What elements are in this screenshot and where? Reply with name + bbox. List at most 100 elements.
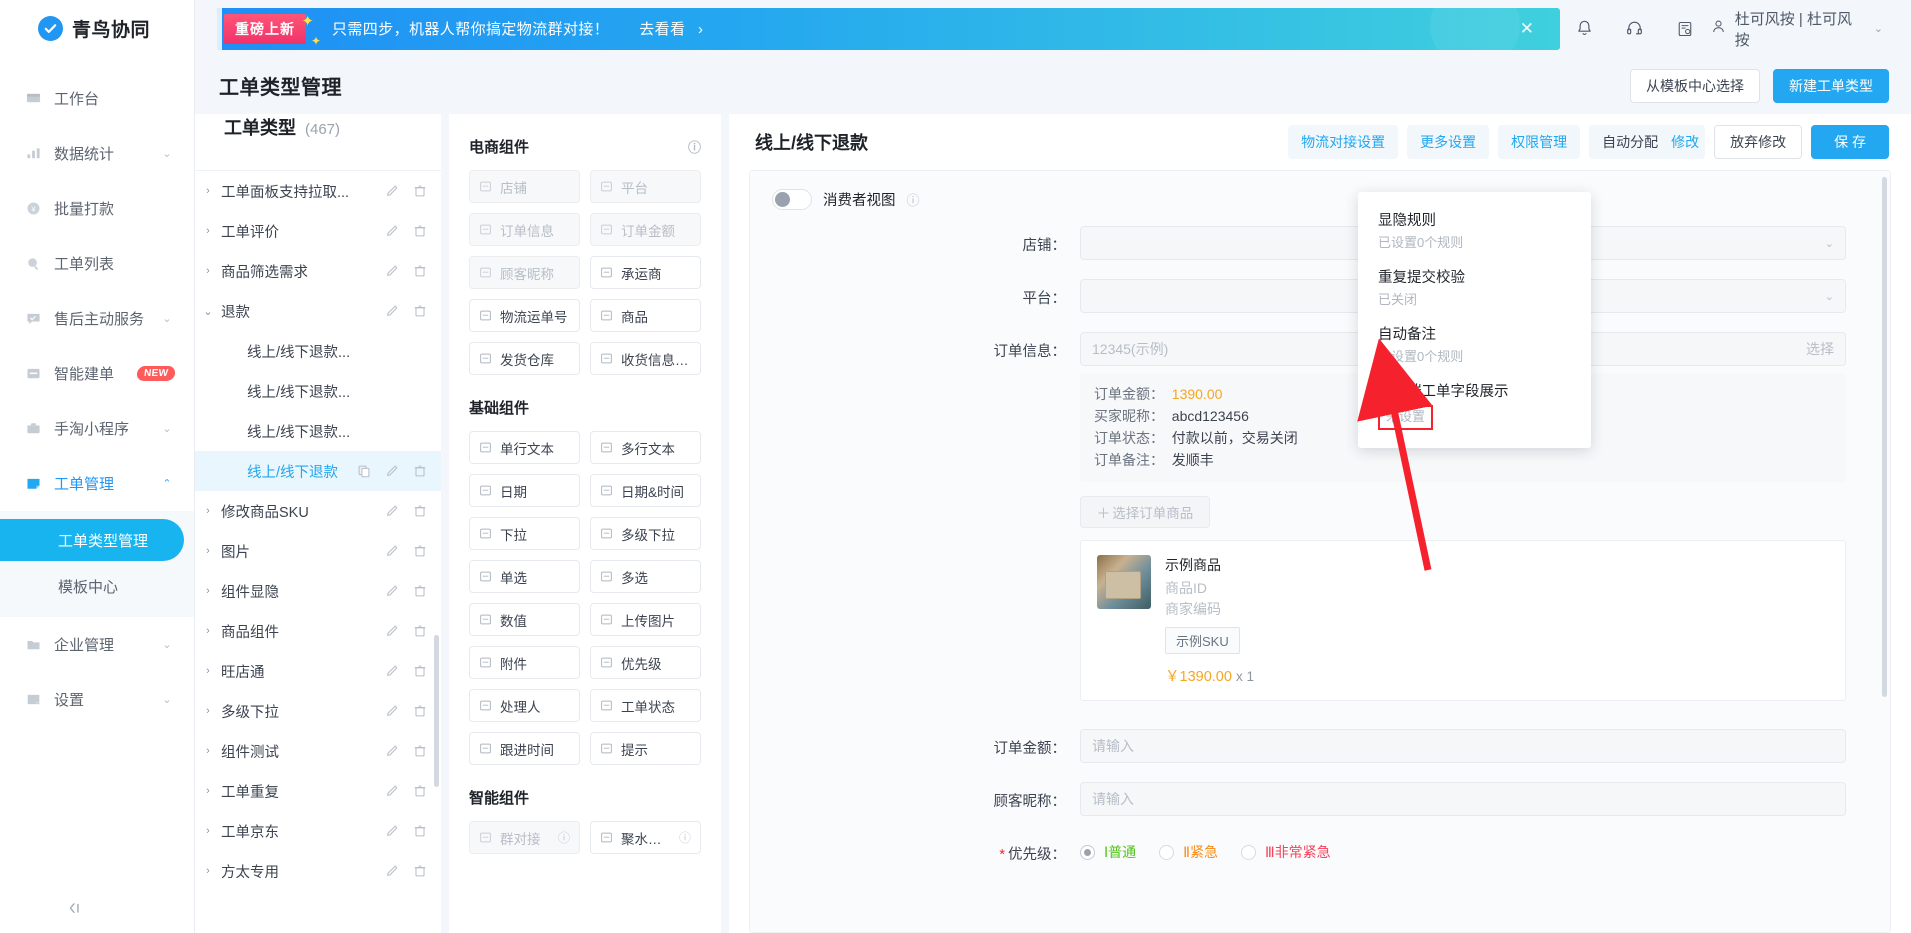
consumer-view-toggle[interactable]: [772, 189, 812, 210]
more-settings-button[interactable]: 更多设置: [1407, 125, 1490, 159]
info-icon[interactable]: ⓘ: [679, 829, 691, 846]
info-icon[interactable]: ⓘ: [907, 190, 920, 209]
tree-list[interactable]: › 工单面板支持拉取... › 工单评价 › 商品筛选需求 ⌄ 退款 线上/线下退款... 线上/…: [195, 170, 441, 933]
choose-from-template-center-button[interactable]: 从模板中心选择: [1630, 68, 1760, 103]
palette-item-priority[interactable]: 优先级: [590, 646, 701, 679]
sidebar-item-smart-ticket[interactable]: 智能建单 NEW: [0, 346, 194, 401]
edit-icon[interactable]: [385, 824, 399, 838]
palette-item-cascader[interactable]: 多级下拉: [590, 517, 701, 550]
tree-row[interactable]: › 组件测试: [195, 731, 441, 771]
palette-item-checkbox[interactable]: 多选: [590, 560, 701, 593]
promo-cta-link[interactable]: 去看看 ›: [639, 18, 703, 39]
logistics-settings-button[interactable]: 物流对接设置: [1288, 125, 1399, 159]
edit-icon[interactable]: [385, 224, 399, 238]
delete-icon[interactable]: [413, 224, 427, 238]
palette-item-receipt[interactable]: 收货信息套件: [590, 342, 701, 375]
document-icon[interactable]: [1660, 0, 1710, 57]
palette-item-multi-line[interactable]: 多行文本: [590, 431, 701, 464]
edit-icon[interactable]: [385, 184, 399, 198]
select-order-goods-button[interactable]: ＋ 选择订单商品: [1080, 496, 1210, 528]
palette-item-single-line[interactable]: 单行文本: [469, 431, 580, 464]
tree-row[interactable]: 线上/线下退款: [195, 451, 441, 491]
sidebar-item-ticket-type-management[interactable]: 工单类型管理: [0, 519, 184, 561]
edit-icon[interactable]: [385, 784, 399, 798]
info-icon[interactable]: ⓘ: [688, 137, 701, 156]
sidebar-item-ticket-management[interactable]: 工单管理 ⌃: [0, 456, 194, 511]
tree-row[interactable]: › 工单评价: [195, 211, 441, 251]
new-ticket-type-button[interactable]: 新建工单类型: [1773, 68, 1889, 103]
priority-radio-urgent[interactable]: [1159, 844, 1175, 860]
delete-icon[interactable]: [413, 704, 427, 718]
edit-icon[interactable]: [385, 304, 399, 318]
tree-row[interactable]: › 商品组件: [195, 611, 441, 651]
palette-item-dropdown[interactable]: 下拉: [469, 517, 580, 550]
tree-row[interactable]: › 商品筛选需求: [195, 251, 441, 291]
edit-icon[interactable]: [385, 744, 399, 758]
dropdown-item[interactable]: 自动备注 已设置0个规则: [1358, 318, 1591, 375]
priority-radio-very-urgent[interactable]: [1241, 844, 1257, 860]
tree-row[interactable]: ⌄ 退款: [195, 291, 441, 331]
order-info-select-link[interactable]: 选择: [1806, 339, 1834, 359]
tree-row[interactable]: › 工单面板支持拉取...: [195, 171, 441, 211]
delete-icon[interactable]: [413, 504, 427, 518]
delete-icon[interactable]: [413, 544, 427, 558]
palette-item-radio[interactable]: 单选: [469, 560, 580, 593]
sidebar-item-enterprise-management[interactable]: 企业管理 ⌄: [0, 617, 194, 672]
auto-assign-modify-link[interactable]: 修改: [1671, 132, 1699, 152]
palette-item-assignee[interactable]: 处理人: [469, 689, 580, 722]
delete-icon[interactable]: [413, 664, 427, 678]
edit-icon[interactable]: [385, 624, 399, 638]
close-icon[interactable]: ✕: [1520, 19, 1534, 39]
edit-icon[interactable]: [385, 584, 399, 598]
palette-item-attachment[interactable]: 附件: [469, 646, 580, 679]
promo-banner[interactable]: 重磅上新 ✦ ✦ 只需四步，机器人帮你搞定物流群对接！ 去看看 › ✕: [217, 7, 1560, 50]
delete-icon[interactable]: [413, 304, 427, 318]
tree-row[interactable]: › 方太专用: [195, 851, 441, 891]
palette-item-calendar[interactable]: 日期: [469, 474, 580, 507]
palette-item-tip[interactable]: 提示: [590, 732, 701, 765]
palette-item-bag[interactable]: 商品: [590, 299, 701, 332]
tree-row[interactable]: 线上/线下退款...: [195, 411, 441, 451]
tree-row[interactable]: › 多级下拉: [195, 691, 441, 731]
delete-icon[interactable]: [413, 744, 427, 758]
delete-icon[interactable]: [413, 784, 427, 798]
palette-item-truck[interactable]: 承运商: [590, 256, 701, 289]
sidebar-item-batch-payment[interactable]: ¥ 批量打款: [0, 181, 194, 236]
edit-icon[interactable]: [385, 664, 399, 678]
customer-nick-input[interactable]: 请输入: [1080, 782, 1846, 816]
delete-icon[interactable]: [413, 864, 427, 878]
permission-management-button[interactable]: 权限管理: [1498, 125, 1581, 159]
palette-item-warehouse[interactable]: 发货仓库: [469, 342, 580, 375]
sidebar-item-template-center[interactable]: 模板中心: [0, 565, 184, 607]
tree-row[interactable]: › 组件显隐: [195, 571, 441, 611]
tree-row[interactable]: › 修改商品SKU: [195, 491, 441, 531]
tree-row[interactable]: › 旺店通: [195, 651, 441, 691]
palette-item-status[interactable]: 工单状态: [590, 689, 701, 722]
edit-icon[interactable]: [385, 864, 399, 878]
edit-icon[interactable]: [385, 504, 399, 518]
tree-row[interactable]: 线上/线下退款...: [195, 331, 441, 371]
edit-icon[interactable]: [385, 704, 399, 718]
sidebar-item-taobao-miniapp[interactable]: 手淘小程序 ⌄: [0, 401, 194, 456]
delete-icon[interactable]: [413, 824, 427, 838]
copy-icon[interactable]: [357, 464, 371, 478]
palette-item-number[interactable]: 数值: [469, 603, 580, 636]
delete-icon[interactable]: [413, 464, 427, 478]
edit-icon[interactable]: [385, 464, 399, 478]
tree-scrollbar[interactable]: [434, 635, 439, 787]
delete-icon[interactable]: [413, 624, 427, 638]
info-icon[interactable]: ⓘ: [558, 829, 570, 846]
save-button[interactable]: 保 存: [1811, 125, 1889, 159]
tree-row[interactable]: › 工单京东: [195, 811, 441, 851]
sidebar-item-statistics[interactable]: 数据统计 ⌄: [0, 126, 194, 181]
palette-item-followup[interactable]: 跟进时间: [469, 732, 580, 765]
discard-changes-button[interactable]: 放弃修改: [1714, 125, 1803, 159]
sidebar-item-settings[interactable]: 设置 ⌄: [0, 672, 194, 727]
sidebar-collapse-button[interactable]: [0, 887, 194, 933]
delete-icon[interactable]: [413, 584, 427, 598]
dropdown-item[interactable]: 客户端工单字段展示 未设置: [1358, 375, 1591, 438]
edit-icon[interactable]: [385, 264, 399, 278]
dropdown-item[interactable]: 显隐规则 已设置0个规则: [1358, 204, 1591, 261]
delete-icon[interactable]: [413, 264, 427, 278]
edit-icon[interactable]: [385, 544, 399, 558]
